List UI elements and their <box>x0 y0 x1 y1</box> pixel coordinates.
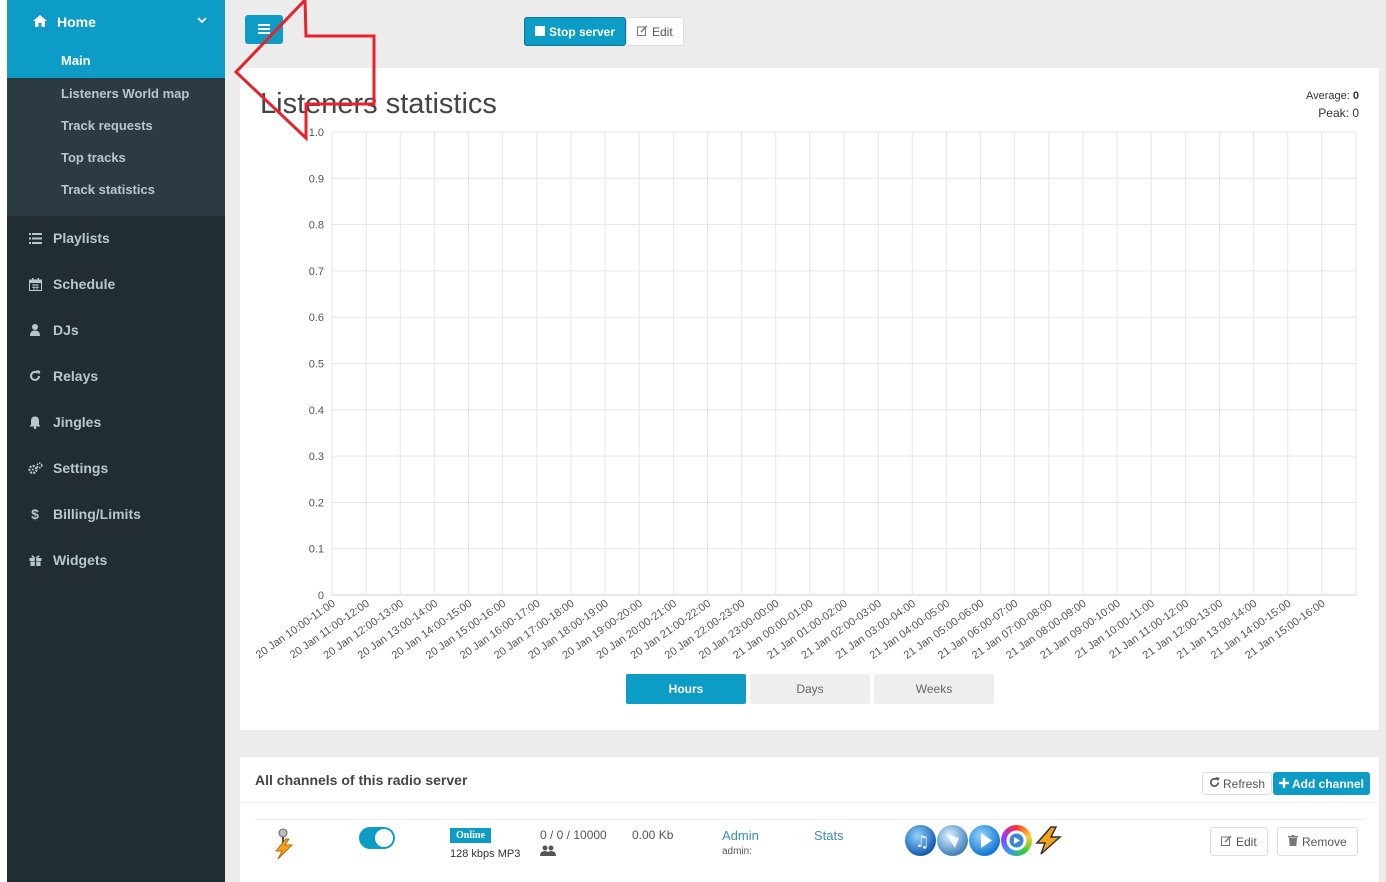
tab-hours[interactable]: Hours <box>626 674 746 704</box>
sidebar-item-label: Relays <box>53 368 99 384</box>
itunes-icon[interactable]: ♫ <box>905 825 936 856</box>
edit-server-button[interactable]: Edit <box>626 17 684 46</box>
edit-label: Edit <box>1236 834 1257 849</box>
stop-server-button[interactable]: Stop server <box>524 17 627 46</box>
channel-remove-button[interactable]: Remove <box>1277 827 1358 856</box>
list-icon <box>27 232 43 244</box>
y-tick-label: 0.7 <box>309 266 324 278</box>
winamp-icon[interactable] <box>1033 825 1064 856</box>
listener-counts: 0 / 0 / 10000 <box>540 828 607 860</box>
channel-enabled-toggle[interactable] <box>359 827 395 849</box>
traffic-value: 0.00 Kb <box>632 828 674 842</box>
divider <box>240 802 1379 803</box>
period-tabs: Hours Days Weeks <box>626 674 994 704</box>
refresh-button[interactable]: Refresh <box>1202 772 1273 795</box>
y-tick-label: 0.6 <box>309 312 324 324</box>
y-tick-label: 0.1 <box>309 544 324 556</box>
play-icon[interactable] <box>969 825 1000 856</box>
home-icon <box>33 14 47 30</box>
sidebar-item-track-statistics[interactable]: Track statistics <box>61 182 155 197</box>
sidebar-item-billing-limits[interactable]: $ Billing/Limits <box>27 506 141 522</box>
windows-media-player-icon[interactable] <box>937 825 968 856</box>
y-tick-label: 0.8 <box>309 220 324 232</box>
edit-icon <box>637 24 648 39</box>
y-tick-label: 0 <box>318 590 324 602</box>
y-tick-label: 0.4 <box>309 405 324 417</box>
channel-edit-button[interactable]: Edit <box>1210 827 1268 856</box>
sidebar-home-label: Home <box>57 14 96 30</box>
sidebar-item-jingles[interactable]: Jingles <box>27 414 101 430</box>
add-channel-button[interactable]: Add channel <box>1273 772 1371 795</box>
chevron-down-icon <box>197 13 207 27</box>
channels-panel: All channels of this radio server Refres… <box>240 757 1379 882</box>
sidebar-item-main[interactable]: Main <box>61 53 91 68</box>
hamburger-icon <box>258 22 270 37</box>
quicktime-icon[interactable] <box>1001 825 1032 856</box>
stop-server-label: Stop server <box>549 24 616 39</box>
sidebar-item-settings[interactable]: Settings <box>27 460 108 476</box>
refresh-icon <box>27 370 43 382</box>
stop-icon <box>535 25 545 39</box>
bell-icon <box>27 416 43 429</box>
tab-weeks[interactable]: Weeks <box>874 674 994 704</box>
gift-icon <box>27 554 43 566</box>
sidebar-item-track-requests[interactable]: Track requests <box>61 118 153 133</box>
channel-bitrate: 128 kbps MP3 <box>450 848 521 860</box>
stats-link[interactable]: Stats <box>814 828 844 843</box>
status-badge: Online <box>450 828 491 843</box>
admin-user: admin: <box>722 846 753 857</box>
sidebar-item-listeners-world-map[interactable]: Listeners World map <box>61 86 189 101</box>
listeners-chart: 00.10.20.30.40.50.60.70.80.91.020 Jan 10… <box>254 127 1357 662</box>
player-links: ♫ <box>905 825 1064 856</box>
trash-icon <box>1288 834 1298 849</box>
plus-icon <box>1279 777 1289 791</box>
y-tick-label: 0.3 <box>309 451 324 463</box>
main-content: Stop server Edit Listeners statistics Av… <box>225 0 1386 882</box>
listeners-statistics-panel: Listeners statistics Average: 0 Peak: 0 … <box>240 68 1379 730</box>
y-tick-label: 1.0 <box>309 127 324 139</box>
winamp-source-icon <box>270 828 298 862</box>
sidebar-item-label: Playlists <box>53 230 110 246</box>
sidebar-item-top-tracks[interactable]: Top tracks <box>61 150 126 165</box>
sidebar-item-label: Widgets <box>53 552 108 568</box>
refresh-icon <box>1209 776 1220 791</box>
channels-panel-title: All channels of this radio server <box>255 772 468 788</box>
sidebar-item-label: Billing/Limits <box>53 506 141 522</box>
y-tick-label: 0.2 <box>309 497 324 509</box>
sidebar-toggle-button[interactable] <box>245 15 283 44</box>
home-submenu: Listeners World map Track requests Top t… <box>7 78 225 216</box>
sidebar-item-label: DJs <box>53 322 79 338</box>
user-icon <box>27 324 43 336</box>
channel-row <box>270 827 298 862</box>
svg-text:♫: ♫ <box>915 832 929 851</box>
tab-days[interactable]: Days <box>750 674 870 704</box>
add-channel-label: Add channel <box>1292 776 1365 791</box>
admin-link[interactable]: Admin <box>722 828 759 843</box>
sidebar-item-playlists[interactable]: Playlists <box>27 230 110 246</box>
refresh-label: Refresh <box>1223 776 1266 791</box>
sidebar: Home Main Listeners World map Track requ… <box>7 0 225 882</box>
dollar-icon: $ <box>31 506 39 522</box>
top-toolbar: Stop server Edit <box>225 0 1386 66</box>
background-window-edge <box>0 0 7 882</box>
sidebar-item-widgets[interactable]: Widgets <box>27 552 107 568</box>
y-tick-label: 0.9 <box>309 173 324 185</box>
sidebar-item-label: Settings <box>53 460 109 476</box>
users-icon <box>540 845 556 860</box>
divider <box>255 819 1364 820</box>
y-tick-label: 0.5 <box>309 359 324 371</box>
cogs-icon <box>27 461 43 475</box>
remove-label: Remove <box>1302 834 1347 849</box>
calendar-icon <box>27 277 43 291</box>
edit-icon <box>1221 834 1232 849</box>
listener-counts-text: 0 / 0 / 10000 <box>540 828 607 842</box>
sidebar-item-label: Schedule <box>53 276 116 292</box>
sidebar-item-relays[interactable]: Relays <box>27 368 98 384</box>
sidebar-item-djs[interactable]: DJs <box>27 322 79 338</box>
edit-label: Edit <box>652 24 673 39</box>
sidebar-item-label: Jingles <box>53 414 102 430</box>
sidebar-item-home[interactable]: Home Main <box>7 0 225 78</box>
sidebar-item-schedule[interactable]: Schedule <box>27 276 115 292</box>
